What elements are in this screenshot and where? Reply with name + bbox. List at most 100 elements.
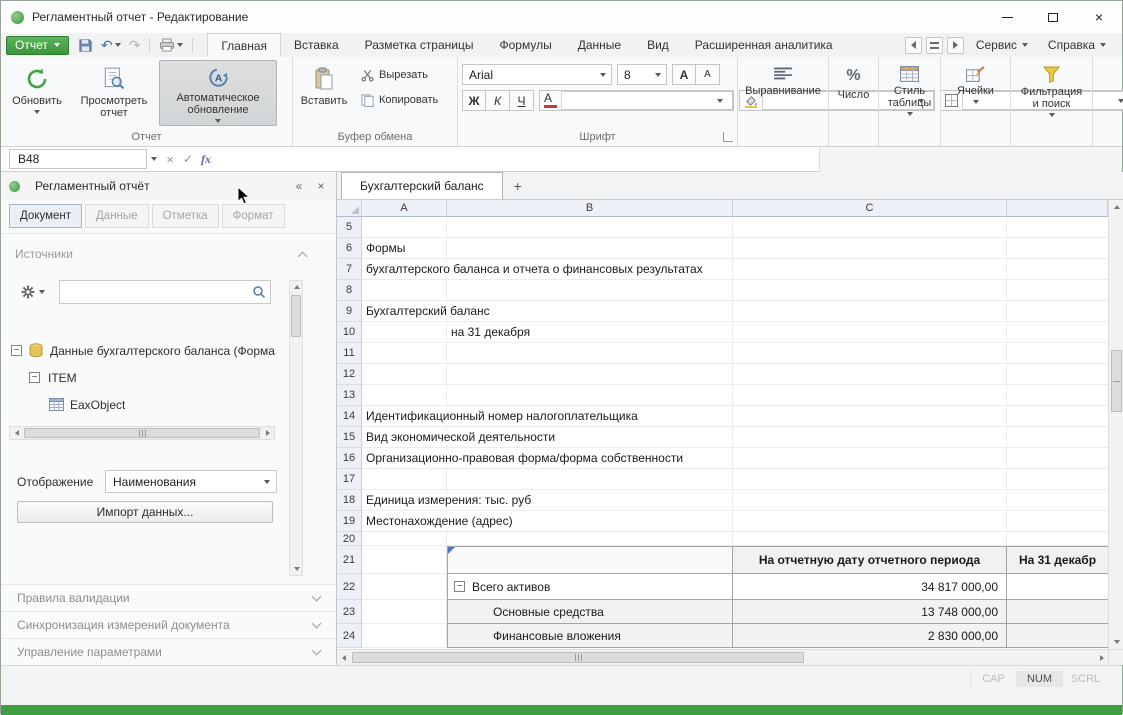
row-header[interactable]: 6 [337,238,362,259]
row-header[interactable]: 20 [337,532,362,546]
row-header[interactable]: 8 [337,280,362,301]
insert-function-button[interactable]: fx [197,149,215,169]
cell[interactable] [1007,624,1108,648]
tab-formulas[interactable]: Формулы [487,33,565,57]
cell[interactable] [733,469,1007,490]
cell[interactable] [1007,600,1108,624]
cell[interactable]: Идентификационный номер налогоплательщик… [362,406,447,427]
service-menu[interactable]: Сервис [968,34,1036,56]
row-header[interactable]: 23 [337,600,362,624]
name-box-dropdown[interactable] [147,149,161,169]
cell[interactable] [447,385,733,406]
cell[interactable] [1007,343,1108,364]
cell[interactable] [733,301,1007,322]
column-header[interactable]: B [447,200,733,217]
sources-settings-button[interactable] [17,282,49,302]
tab-scroll-right-button[interactable] [947,37,964,54]
cell[interactable] [362,624,447,648]
cell[interactable] [733,217,1007,238]
scroll-down-button[interactable] [1110,636,1123,648]
scroll-up-button[interactable] [290,281,303,293]
cell[interactable] [733,280,1007,301]
tab-view[interactable]: Вид [634,33,682,57]
alignment-button[interactable]: Выравнивание [741,60,825,126]
row-header[interactable]: 5 [337,217,362,238]
row-header[interactable]: 21 [337,546,362,574]
cell[interactable] [1007,364,1108,385]
panel-tab-document[interactable]: Документ [9,204,82,228]
cell[interactable] [447,546,733,574]
cell[interactable] [447,217,733,238]
cut-button[interactable]: Вырезать [355,64,444,86]
display-mode-dropdown[interactable]: Наименования [105,470,277,493]
cell[interactable] [733,511,1007,532]
cell[interactable] [733,364,1007,385]
cell[interactable]: −Всего активов [447,574,733,600]
underline-button[interactable]: Ч [510,90,534,111]
cell[interactable] [733,238,1007,259]
confirm-entry-button[interactable]: ✓ [179,149,197,169]
print-button[interactable] [156,35,186,55]
tab-main[interactable]: Главная [207,33,281,57]
cell[interactable] [1007,322,1108,343]
tree-item-item[interactable]: − ITEM [7,364,285,391]
import-data-button[interactable]: Импорт данных... [17,501,273,523]
cell[interactable] [1007,406,1108,427]
cell[interactable] [1007,217,1108,238]
cell[interactable] [362,600,447,624]
cells-button[interactable]: Ячейки [948,60,1004,126]
cell[interactable] [1007,574,1108,600]
row-header[interactable]: 19 [337,511,362,532]
cell[interactable] [447,532,733,546]
search-input[interactable] [66,285,252,299]
close-panel-button[interactable]: × [312,177,330,195]
auto-refresh-button[interactable]: A Автоматическое обновление [159,60,277,126]
cell[interactable] [1007,511,1108,532]
cell[interactable] [1007,238,1108,259]
row-header[interactable]: 10 [337,322,362,343]
scroll-up-button[interactable] [1110,201,1123,213]
cell[interactable]: Бухгалтерский баланс [362,301,447,322]
column-header[interactable]: A [362,200,447,217]
add-sheet-button[interactable]: + [503,172,533,199]
panel-vertical-scrollbar[interactable] [289,280,303,576]
shrink-font-button[interactable]: А [696,64,720,85]
select-all-corner[interactable] [337,200,362,217]
tree-item-datasource[interactable]: − Данные бухгалтерского баланса (Форма [7,337,285,364]
cell[interactable] [362,385,447,406]
cell[interactable]: 2 830 000,00 [733,624,1007,648]
cell[interactable] [362,343,447,364]
undo-button[interactable]: ↶ [98,35,124,55]
section-dimension-sync[interactable]: Синхронизация измерений документа [1,611,336,638]
cell[interactable] [362,532,447,546]
report-menu-button[interactable]: Отчет [6,36,69,55]
cell[interactable]: Формы [362,238,447,259]
cell[interactable] [733,532,1007,546]
paste-button[interactable]: Вставить [297,60,351,126]
row-header[interactable]: 7 [337,259,362,280]
ribbon-layout-button[interactable] [926,37,943,54]
cancel-entry-button[interactable]: × [161,149,179,169]
collapse-panel-button[interactable]: « [290,177,308,195]
cell[interactable]: Единица измерения: тыс. руб [362,490,447,511]
cell[interactable] [1007,427,1108,448]
help-menu[interactable]: Справка [1040,34,1114,56]
cell[interactable] [447,280,733,301]
minimize-button[interactable] [984,1,1030,33]
italic-button[interactable]: К [486,90,510,111]
sheet-vertical-scrollbar[interactable] [1108,200,1123,649]
cell[interactable] [733,322,1007,343]
collapse-icon[interactable]: − [11,345,22,356]
cell-name-box[interactable]: B48 [9,149,147,169]
cell[interactable] [1007,280,1108,301]
sheet-horizontal-scrollbar[interactable] [337,649,1108,665]
cell[interactable] [447,469,733,490]
save-button[interactable] [75,35,96,55]
cell[interactable] [733,343,1007,364]
tab-scroll-left-button[interactable] [905,37,922,54]
scrollbar-thumb[interactable] [24,428,260,438]
column-header[interactable] [1007,200,1108,217]
row-header[interactable]: 22 [337,574,362,600]
redo-button[interactable]: ↷ [126,35,144,55]
maximize-button[interactable] [1030,1,1076,33]
